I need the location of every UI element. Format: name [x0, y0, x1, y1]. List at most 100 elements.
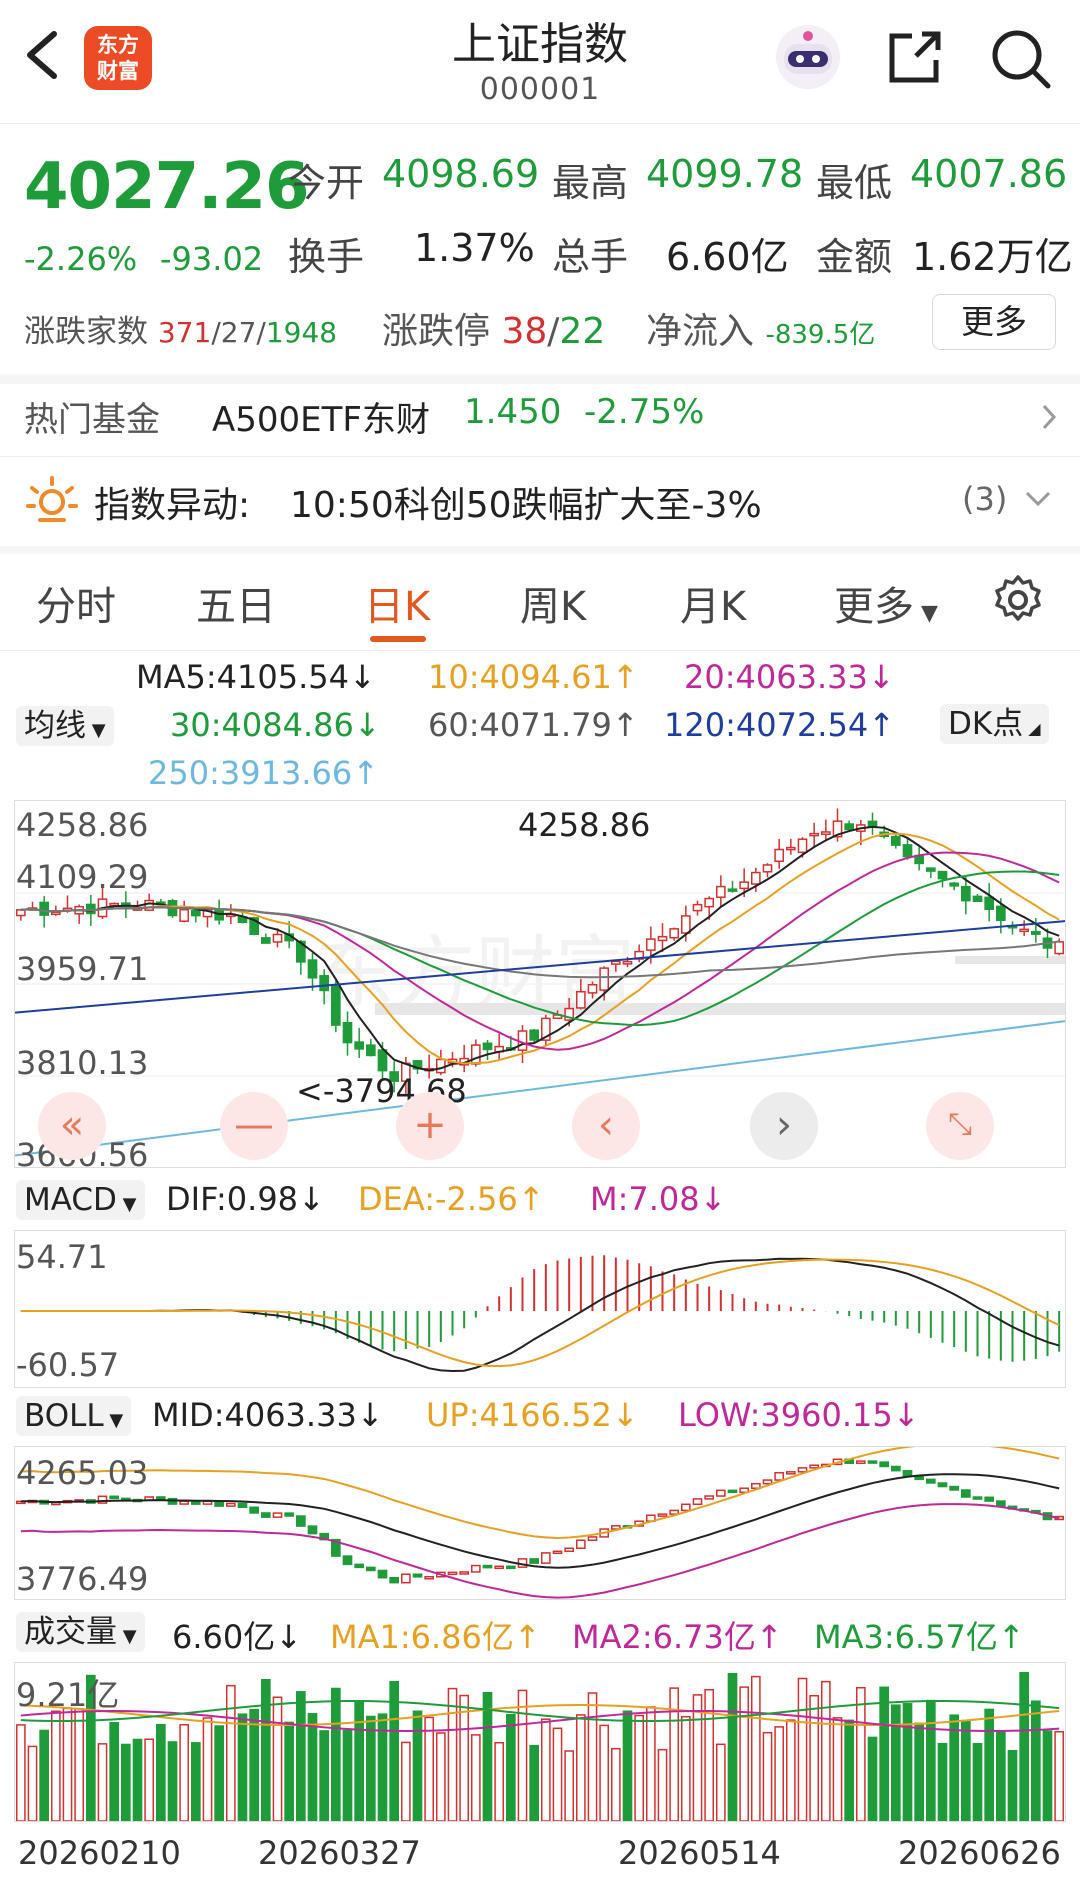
date-label-1: 20260210 — [18, 1834, 181, 1872]
volume-bar — [552, 1727, 563, 1822]
boll-candle — [774, 1471, 784, 1481]
volume-bar — [132, 1738, 143, 1822]
volume-bar — [961, 1719, 971, 1822]
boll-candle — [926, 1478, 936, 1484]
hot-fund-price: 1.450 — [464, 392, 562, 432]
tab-weekly-k[interactable]: 周K — [520, 574, 586, 632]
boll-candle — [704, 1495, 714, 1500]
candle-body — [482, 1042, 493, 1051]
volume-bar — [167, 1741, 178, 1822]
volume-bar — [622, 1710, 633, 1822]
candle-body — [996, 905, 1006, 922]
candle-body — [599, 967, 609, 991]
scroll-left-icon[interactable]: ‹ — [572, 1092, 640, 1160]
volume-bar — [191, 1742, 201, 1822]
zoom-out-icon[interactable]: — — [220, 1092, 288, 1160]
boll-candle — [891, 1465, 901, 1472]
tab-monthly-k[interactable]: 月K — [680, 574, 746, 632]
macd-selector[interactable]: MACD ▼ — [16, 1180, 145, 1220]
candle-body — [657, 935, 668, 942]
volume-bar — [727, 1672, 738, 1822]
scroll-left-fast-icon[interactable]: « — [38, 1092, 106, 1160]
boll-candle — [272, 1512, 283, 1518]
candle-body — [307, 959, 318, 979]
volume-bar — [657, 1748, 668, 1822]
volume-bar — [926, 1699, 936, 1822]
boll-chart — [14, 1443, 1066, 1600]
kline-chart[interactable]: 东方财富 — [14, 800, 1066, 1168]
alert-text[interactable]: 10:50科创50跌幅扩大至-3% — [290, 476, 762, 528]
boll-candle — [529, 1558, 539, 1564]
boll-candle — [366, 1566, 376, 1572]
candle-body — [1054, 941, 1065, 955]
support-band-2 — [955, 956, 1065, 964]
volume-bar — [902, 1703, 913, 1822]
settings-gear-icon[interactable] — [992, 574, 1044, 626]
candle-body — [576, 991, 586, 1009]
amount-label: 金额 — [816, 235, 893, 279]
boll-candle — [972, 1496, 983, 1500]
boll-candle — [541, 1552, 551, 1564]
boll-candle — [237, 1502, 248, 1509]
boll-candle — [447, 1571, 458, 1576]
candle-body — [821, 831, 831, 835]
share-icon[interactable] — [886, 28, 944, 86]
boll-y-top: 4265.03 — [16, 1454, 149, 1492]
volume-bar — [342, 1729, 353, 1822]
volume-bar — [39, 1729, 50, 1822]
boll-candle — [284, 1512, 295, 1517]
fullscreen-icon[interactable]: ⤡ — [926, 1092, 994, 1160]
kline-high-marker: 4258.86 — [518, 806, 651, 844]
tab-more[interactable]: 更多 ▼ — [834, 574, 938, 632]
net-inflow: 净流入 -839.5亿 — [646, 311, 876, 352]
robot-assistant-icon[interactable] — [770, 22, 846, 92]
change-percent: -2.26% — [24, 240, 138, 278]
volume-bar — [797, 1677, 808, 1822]
more-button[interactable]: 更多 — [932, 294, 1056, 350]
candle-body — [692, 903, 703, 912]
candle-body — [762, 864, 773, 873]
volume-bar — [506, 1713, 516, 1822]
tab-intraday[interactable]: 分时 — [36, 574, 116, 632]
alert-count: (3) — [962, 480, 1008, 518]
volume-bar — [144, 1738, 154, 1822]
boll-candle — [552, 1550, 563, 1555]
candle-body — [949, 882, 959, 887]
tab-five-day[interactable]: 五日 — [196, 574, 276, 632]
search-icon[interactable] — [990, 28, 1052, 90]
boll-candle — [809, 1464, 819, 1469]
volume-svg — [15, 1671, 1065, 1822]
dk-point-button[interactable]: DK点 ◢ — [940, 704, 1049, 744]
boll-candle — [879, 1461, 889, 1468]
boll-low: LOW:3960.15↓ — [678, 1396, 920, 1434]
chevron-right-icon[interactable] — [1040, 402, 1058, 432]
high-label: 最高 — [552, 161, 629, 205]
zoom-in-icon[interactable]: + — [396, 1092, 464, 1160]
scroll-right-icon[interactable]: › — [750, 1092, 818, 1160]
sun-alert-icon — [26, 476, 78, 522]
volume-bar — [109, 1722, 120, 1822]
active-tab-indicator — [370, 636, 426, 642]
ma20-value: 20:4063.33↓ — [684, 658, 895, 696]
boll-mid-line — [20, 1473, 1060, 1569]
ma-selector[interactable]: 均线 ▼ — [16, 706, 114, 746]
volume-bar — [27, 1745, 38, 1822]
volume-bar — [856, 1686, 866, 1822]
tab-daily-k[interactable]: 日K — [364, 574, 430, 632]
boll-candle — [424, 1575, 435, 1580]
boll-selector[interactable]: BOLL ▼ — [16, 1396, 132, 1436]
boll-candle — [692, 1498, 703, 1506]
boll-candle — [261, 1512, 271, 1518]
volume-bar — [1042, 1730, 1053, 1822]
volume-ma2: MA2:6.73亿↑ — [572, 1618, 783, 1656]
candle-body — [51, 911, 61, 916]
boll-candle — [412, 1573, 423, 1578]
volume-selector[interactable]: 成交量 ▼ — [16, 1612, 145, 1652]
chevron-down-icon[interactable] — [1024, 490, 1052, 508]
boll-y-bottom: 3776.49 — [16, 1560, 149, 1598]
hot-fund-change: -2.75% — [584, 392, 705, 432]
ma120-value: 120:4072.54↑ — [664, 706, 895, 744]
volume-bar — [1031, 1700, 1041, 1822]
candle-body — [331, 985, 341, 1026]
hot-fund-name[interactable]: A500ETF东财 — [212, 392, 430, 441]
